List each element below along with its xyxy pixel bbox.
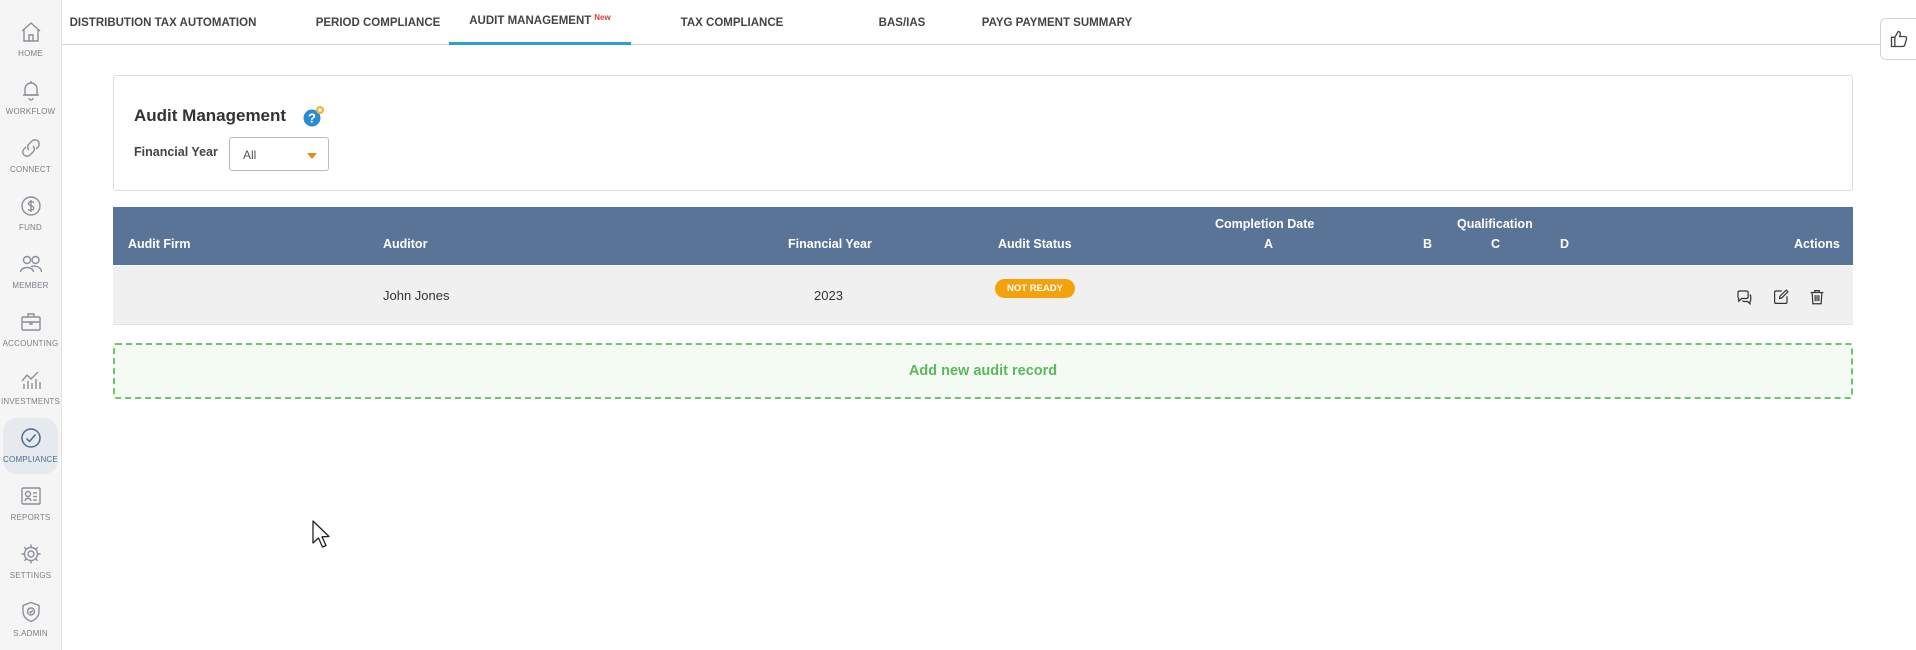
column-qualification-a: A	[1264, 237, 1274, 251]
sidebar-item-sadmin[interactable]: S.ADMIN	[3, 592, 58, 648]
tab-tax-compliance[interactable]: TAX COMPLIANCE	[652, 0, 812, 45]
financial-year-select[interactable]: All	[229, 137, 329, 171]
sidebar-item-home[interactable]: HOME	[3, 12, 58, 68]
chart-icon	[20, 371, 41, 389]
sidebar-item-compliance[interactable]: COMPLIANCE	[3, 418, 58, 474]
edit-icon	[1774, 289, 1789, 304]
tab-label: PERIOD COMPLIANCE	[315, 16, 441, 29]
sidebar-item-label: S.ADMIN	[13, 629, 48, 638]
tab-label: DISTRIBUTION TAX AUTOMATION	[69, 16, 257, 29]
column-qualification-b: B	[1423, 237, 1433, 251]
tab-label: PAYG PAYMENT SUMMARY	[981, 16, 1133, 29]
status-badge: NOT READY	[995, 279, 1075, 298]
svg-text:?: ?	[308, 111, 316, 126]
audit-management-card: Audit Management ? Financial Year All	[113, 75, 1853, 191]
column-qualification: Qualification	[1457, 217, 1533, 231]
check-circle-icon	[20, 428, 41, 448]
column-auditor[interactable]: Auditor	[383, 237, 427, 251]
tab-bas-ias[interactable]: BAS/IAS	[842, 0, 962, 45]
tab-distribution-tax-automation[interactable]: DISTRIBUTION TAX AUTOMATION	[70, 0, 257, 45]
tab-label: BAS/IAS	[878, 16, 926, 29]
mouse-cursor-icon	[312, 520, 330, 548]
column-qualification-d: D	[1560, 237, 1570, 251]
briefcase-icon	[20, 313, 41, 331]
new-badge: New	[594, 12, 611, 22]
sidebar-item-label: INVESTMENTS	[0, 397, 61, 406]
sidebar-item-workflow[interactable]: WORKFLOW	[3, 70, 58, 126]
sidebar-item-connect[interactable]: CONNECT	[3, 128, 58, 184]
add-audit-record-label: Add new audit record	[908, 363, 1058, 379]
report-icon	[20, 487, 41, 505]
column-completion-date[interactable]: Completion Date	[1215, 217, 1314, 231]
cell-financial-year: 2023	[814, 288, 843, 303]
tab-label: AUDIT MANAGEMENT	[469, 15, 592, 27]
page-title: Audit Management	[134, 106, 287, 125]
help-icon[interactable]: ?	[301, 105, 325, 129]
bell-icon	[22, 81, 39, 101]
trash-icon	[1810, 290, 1824, 305]
tab-label: TAX COMPLIANCE	[680, 16, 784, 29]
comment-icon	[1737, 290, 1752, 306]
add-audit-record-button[interactable]: Add new audit record	[113, 343, 1853, 399]
home-icon	[21, 22, 40, 42]
link-icon	[21, 139, 40, 157]
gear-icon	[21, 544, 40, 564]
cell-auditor: John Jones	[383, 288, 450, 303]
tab-payg-payment-summary[interactable]: PAYG PAYMENT SUMMARY	[962, 0, 1152, 45]
members-icon	[19, 255, 42, 273]
sidebar-item-reports[interactable]: REPORTS	[3, 476, 58, 532]
sidebar-item-label: WORKFLOW	[5, 107, 56, 116]
sidebar-item-label: FUND	[18, 223, 43, 232]
column-actions: Actions	[1794, 237, 1840, 251]
tab-bar: DISTRIBUTION TAX AUTOMATION PERIOD COMPL…	[62, 0, 1916, 45]
thumbs-up-icon	[1890, 30, 1907, 48]
sidebar-item-label: MEMBER	[12, 281, 49, 290]
sidebar-item-investments[interactable]: INVESTMENTS	[0, 360, 61, 416]
sidebar-item-member[interactable]: MEMBER	[3, 244, 58, 300]
comment-button[interactable]	[1733, 286, 1755, 308]
chevron-down-icon	[307, 153, 317, 159]
sidebar-item-accounting[interactable]: ACCOUNTING	[3, 302, 58, 358]
sidebar-item-label: SETTINGS	[9, 571, 52, 580]
tab-period-compliance[interactable]: PERIOD COMPLIANCE	[298, 0, 458, 45]
sidebar-item-settings[interactable]: SETTINGS	[3, 534, 58, 590]
column-financial-year[interactable]: Financial Year	[788, 237, 872, 251]
column-audit-firm[interactable]: Audit Firm	[128, 237, 191, 251]
sidebar: HOME WORKFLOW CONNECT FUND MEMBER ACCOUN…	[0, 0, 62, 650]
column-qualification-c: C	[1491, 237, 1501, 251]
sidebar-item-label: CONNECT	[10, 165, 51, 174]
feedback-button[interactable]	[1880, 18, 1916, 60]
edit-button[interactable]	[1770, 286, 1792, 308]
dollar-icon	[20, 196, 41, 216]
column-audit-status[interactable]: Audit Status	[998, 237, 1072, 251]
sidebar-item-label: HOME	[18, 49, 43, 58]
financial-year-label: Financial Year	[134, 145, 218, 159]
sidebar-item-label: REPORTS	[10, 513, 51, 522]
financial-year-value: All	[243, 148, 257, 162]
sidebar-item-label: ACCOUNTING	[2, 339, 59, 348]
sidebar-item-fund[interactable]: FUND	[3, 186, 58, 242]
table-row: John Jones 2023 NOT READY	[113, 266, 1853, 325]
sidebar-item-label: COMPLIANCE	[3, 455, 58, 464]
delete-button[interactable]	[1806, 286, 1828, 308]
shield-icon	[21, 601, 40, 623]
tab-audit-management[interactable]: AUDIT MANAGEMENT New	[449, 0, 631, 45]
audit-table-header: Audit Firm Auditor Financial Year Audit …	[113, 207, 1853, 265]
